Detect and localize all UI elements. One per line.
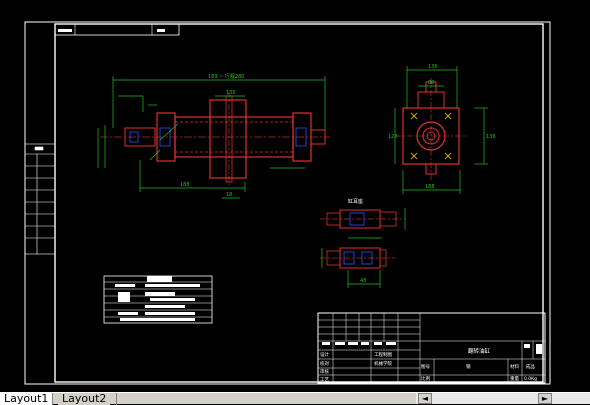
sheet-inner-border	[54, 23, 544, 383]
tb-row1: 设计	[320, 351, 329, 358]
tb-material: 材料	[510, 363, 519, 370]
cylinder-front-view: 189 ~ 行程280 136 188 18	[97, 73, 330, 199]
dim-side-88: 88	[428, 80, 434, 86]
sheet-outer-border	[24, 21, 551, 385]
tb-dept: 机械学院	[374, 360, 392, 367]
dim-overall-length: 189 ~ 行程280	[208, 73, 244, 80]
horizontal-scrollbar[interactable]: ◄ ►	[416, 393, 590, 404]
dim-136-top: 136	[226, 90, 236, 96]
tb-material-value: 钢	[466, 363, 471, 370]
tech-requirements-table	[103, 275, 213, 324]
left-side-strip	[24, 143, 56, 255]
dim-side-right: 136	[486, 134, 496, 140]
top-left-title-box	[54, 23, 180, 36]
dim-side-bottom: 188	[425, 184, 435, 190]
bracket-detail-views: 缸耳座 48	[320, 198, 406, 288]
tab-separator	[52, 393, 53, 405]
tb-row4: 工艺	[320, 377, 329, 383]
tab-separator	[116, 393, 117, 405]
tab-layout1[interactable]: Layout1	[0, 393, 53, 405]
drawing-canvas[interactable]: 189 ~ 行程280 136 188 18 136 88 136 120 18…	[0, 0, 590, 392]
tb-weight: 重量	[510, 375, 519, 382]
cylinder-side-view: 136 88 136 120 188	[388, 64, 496, 194]
tb-row3: 审核	[320, 368, 329, 375]
scroll-left-arrow-icon[interactable]: ◄	[418, 393, 432, 404]
tb-scale: 比例	[421, 375, 430, 382]
title-block: 设计 校对 审核 工艺 工程制图 机械学院 翻转油缸 图号 比例 钢 材料 重量…	[317, 312, 546, 384]
tb-drawing-name: 翻转油缸	[468, 347, 491, 355]
dim-48: 48	[360, 278, 366, 284]
tb-weight-value: 0.0Kg	[524, 376, 537, 382]
dim-188-bottom: 188	[180, 182, 190, 188]
dim-side-left: 120	[388, 134, 398, 140]
dim-side-top: 136	[428, 64, 438, 70]
scroll-right-arrow-icon[interactable]: ►	[538, 393, 552, 404]
tb-stage: 图号	[421, 364, 430, 370]
tb-row2: 校对	[320, 360, 329, 367]
tab-layout2[interactable]: Layout2	[58, 393, 111, 405]
tb-school: 工程制图	[374, 351, 392, 358]
section-title: 缸耳座	[348, 198, 363, 205]
tb-part: 成品	[526, 363, 535, 370]
dim-18-bottom: 18	[226, 192, 232, 198]
